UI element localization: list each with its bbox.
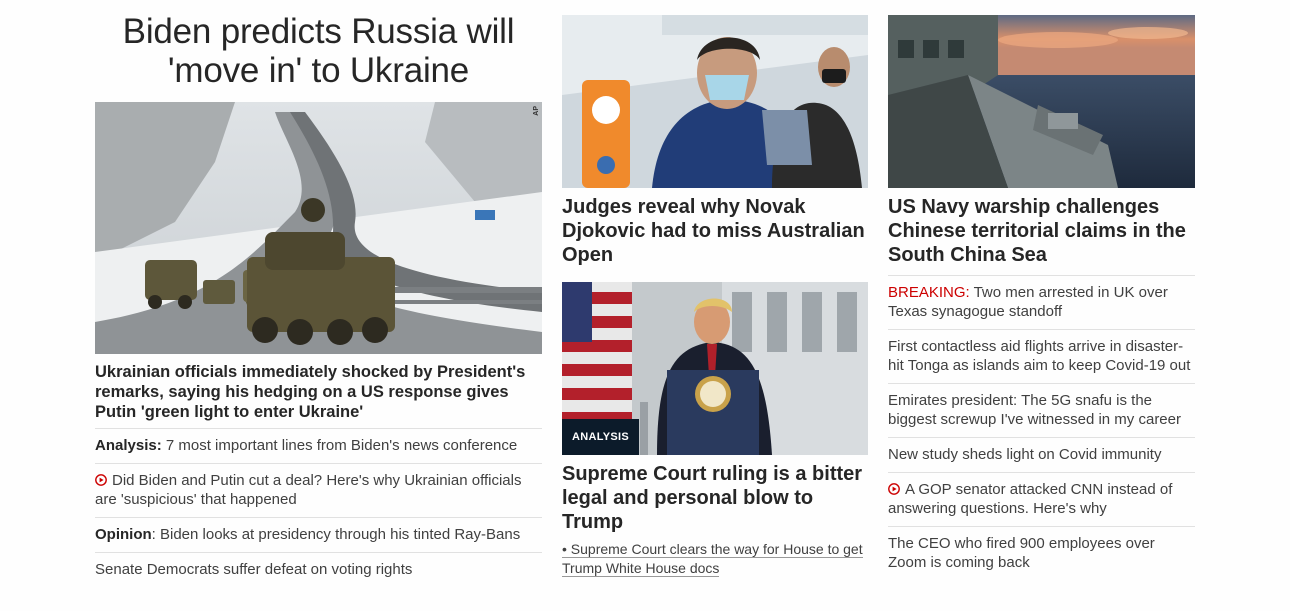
lead-caption[interactable]: Ukrainian officials immediately shocked … (95, 362, 542, 422)
link-text[interactable]: Did Biden and Putin cut a deal? Here's w… (95, 472, 521, 508)
lead-caption-link[interactable]: Ukrainian officials immediately shocked … (95, 362, 542, 422)
right-related-links: BREAKING: Two men arrested in UK over Te… (888, 275, 1195, 580)
link-text[interactable]: : Biden looks at presidency through his … (152, 526, 521, 543)
list-item[interactable]: Did Biden and Putin cut a deal? Here's w… (95, 463, 542, 517)
link-text[interactable]: New study sheds light on Covid immunity (888, 446, 1161, 463)
trump-headline-link[interactable]: Supreme Court ruling is a bitter legal a… (562, 462, 868, 534)
link-prefix[interactable]: Analysis: (95, 437, 162, 454)
list-item[interactable]: Emirates president: The 5G snafu is the … (888, 383, 1195, 437)
warship-image[interactable] (888, 15, 1195, 188)
trump-sublink[interactable]: • Supreme Court clears the way for House… (562, 540, 868, 578)
list-item[interactable]: BREAKING: Two men arrested in UK over Te… (888, 275, 1195, 329)
list-item[interactable]: Opinion: Biden looks at presidency throu… (95, 517, 542, 552)
trump-image[interactable]: ANALYSIS (562, 282, 868, 455)
link-text[interactable]: Emirates president: The 5G snafu is the … (888, 392, 1181, 428)
list-item[interactable]: The CEO who fired 900 employees over Zoo… (888, 526, 1195, 580)
play-icon (888, 483, 900, 495)
djokovic-headline-link[interactable]: Judges reveal why Novak Djokovic had to … (562, 195, 868, 267)
djokovic-image[interactable] (562, 15, 868, 188)
play-icon (95, 474, 107, 486)
link-text[interactable]: Senate Democrats suffer defeat on voting… (95, 561, 412, 578)
link-text[interactable]: 7 most important lines from Biden's news… (162, 437, 517, 454)
warship-headline-link[interactable]: US Navy warship challenges Chinese terri… (888, 195, 1195, 267)
lead-headline[interactable]: Biden predicts Russia will 'move in' to … (95, 12, 542, 90)
sublink-text[interactable]: • Supreme Court clears the way for House… (562, 541, 863, 577)
right-column: US Navy warship challenges Chinese terri… (888, 0, 1195, 580)
trump-headline[interactable]: Supreme Court ruling is a bitter legal a… (562, 462, 868, 534)
list-item[interactable]: New study sheds light on Covid immunity (888, 437, 1195, 472)
djokovic-headline[interactable]: Judges reveal why Novak Djokovic had to … (562, 195, 868, 267)
list-item[interactable]: A GOP senator attacked CNN instead of an… (888, 472, 1195, 526)
link-text[interactable]: The CEO who fired 900 employees over Zoo… (888, 535, 1155, 571)
link-text[interactable]: A GOP senator attacked CNN instead of an… (888, 481, 1172, 517)
lead-image[interactable]: AP (95, 102, 542, 354)
list-item[interactable]: First contactless aid flights arrive in … (888, 329, 1195, 383)
analysis-badge: ANALYSIS (562, 419, 640, 455)
lead-title[interactable]: Biden predicts Russia will 'move in' to … (95, 12, 542, 90)
middle-column: Judges reveal why Novak Djokovic had to … (562, 0, 868, 578)
list-item[interactable]: Senate Democrats suffer defeat on voting… (95, 552, 542, 587)
lead-column: Biden predicts Russia will 'move in' to … (95, 0, 542, 587)
link-prefix[interactable]: Opinion (95, 526, 152, 543)
warship-headline[interactable]: US Navy warship challenges Chinese terri… (888, 195, 1195, 267)
image-credit: AP (533, 106, 540, 116)
lead-related-links: Analysis: 7 most important lines from Bi… (95, 428, 542, 587)
list-item[interactable]: Analysis: 7 most important lines from Bi… (95, 428, 542, 463)
breaking-label[interactable]: BREAKING: (888, 284, 970, 301)
link-text[interactable]: First contactless aid flights arrive in … (888, 338, 1190, 374)
